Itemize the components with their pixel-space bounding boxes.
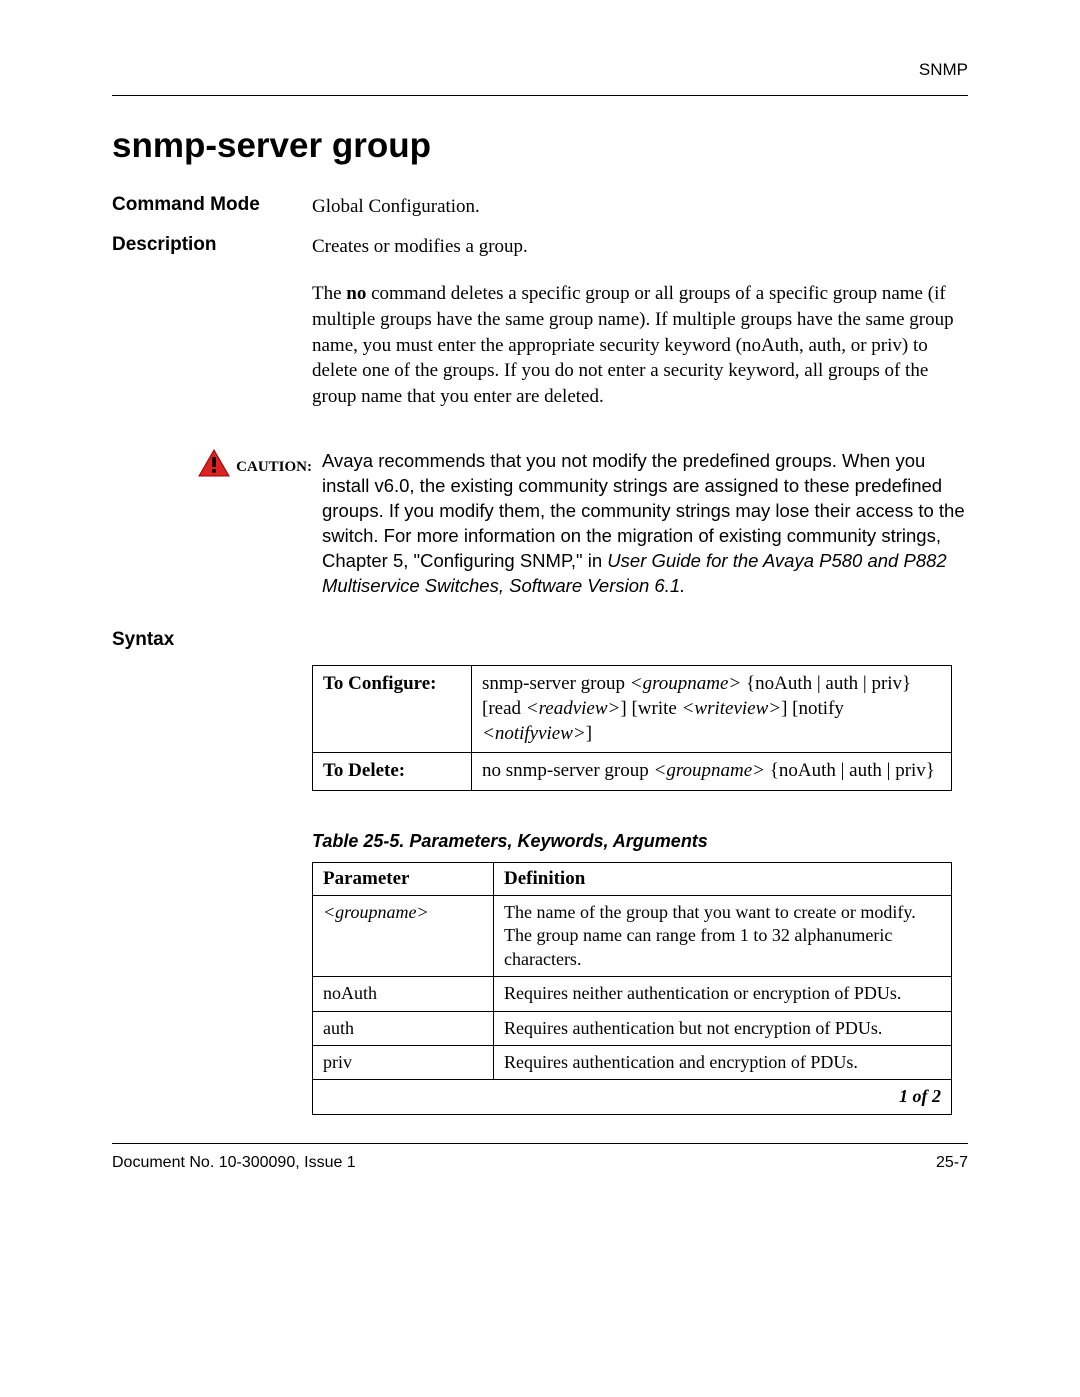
caution-label: CAUTION: (236, 449, 312, 476)
cfg-groupname: <groupname> (630, 673, 742, 694)
description-label: Description (112, 234, 312, 410)
param-cell: <groupname> (313, 896, 494, 977)
table-row: privRequires authentication and encrypti… (313, 1046, 952, 1080)
definition-cell: Requires authentication but not encrypti… (494, 1011, 952, 1045)
definition-cell: The name of the group that you want to c… (494, 896, 952, 977)
syntax-table: To Configure: snmp-server group <groupna… (312, 665, 952, 791)
caution-block: CAUTION: Avaya recommends that you not m… (112, 449, 968, 599)
description-short: Creates or modifies a group. (312, 236, 528, 257)
header-section: SNMP (112, 60, 968, 80)
description-paragraph: The no command deletes a specific group … (312, 281, 968, 409)
desc-bold-no: no (346, 283, 366, 304)
del-prefix: no snmp-server group (482, 760, 654, 781)
syntax-label: Syntax (112, 629, 312, 651)
param-cell: auth (313, 1011, 494, 1045)
command-mode-label: Command Mode (112, 194, 312, 220)
table-row: authRequires authentication but not encr… (313, 1011, 952, 1045)
cfg-notifyview: <notifyview> (482, 723, 586, 744)
definition-cell: Requires neither authentication or encry… (494, 977, 952, 1011)
table-caption: Table 25-5. Parameters, Keywords, Argume… (312, 831, 968, 852)
command-mode-value: Global Configuration. (312, 194, 968, 220)
definition-cell: Requires authentication and encryption o… (494, 1046, 952, 1080)
cfg-r2: ] [write (620, 698, 681, 719)
syntax-row: Syntax (112, 629, 968, 651)
caution-icon (198, 449, 230, 477)
to-delete-label: To Delete: (313, 753, 472, 791)
top-rule (112, 95, 968, 96)
del-rest: {noAuth | auth | priv} (765, 760, 935, 781)
param-header: Parameter (313, 863, 494, 896)
param-cell: priv (313, 1046, 494, 1080)
description-row: Description Creates or modifies a group.… (112, 234, 968, 410)
param-header-row: Parameter Definition (313, 863, 952, 896)
cfg-r4: ] (586, 723, 592, 744)
page-title: snmp-server group (112, 126, 968, 166)
page: SNMP snmp-server group Command Mode Glob… (0, 0, 1080, 1397)
param-cell: noAuth (313, 977, 494, 1011)
parameters-table: Parameter Definition <groupname>The name… (312, 862, 952, 1115)
desc-rest: command deletes a specific group or all … (312, 283, 954, 407)
cfg-r3: ] [notify (781, 698, 844, 719)
footer: Document No. 10-300090, Issue 1 25-7 (112, 1154, 968, 1172)
to-configure-label: To Configure: (313, 666, 472, 753)
to-configure-value: snmp-server group <groupname> {noAuth | … (472, 666, 952, 753)
table-row: noAuthRequires neither authentication or… (313, 977, 952, 1011)
to-delete-value: no snmp-server group <groupname> {noAuth… (472, 753, 952, 791)
syntax-configure-row: To Configure: snmp-server group <groupna… (313, 666, 952, 753)
syntax-delete-row: To Delete: no snmp-server group <groupna… (313, 753, 952, 791)
caution-left: CAUTION: (112, 449, 312, 477)
footer-doc: Document No. 10-300090, Issue 1 (112, 1154, 356, 1172)
description-value: Creates or modifies a group. The no comm… (312, 234, 968, 410)
table-row: <groupname>The name of the group that yo… (313, 896, 952, 977)
bottom-rule (112, 1143, 968, 1144)
cfg-prefix: snmp-server group (482, 673, 630, 694)
definition-header: Definition (494, 863, 952, 896)
cfg-writeview: <writeview> (682, 698, 782, 719)
table-pager: 1 of 2 (313, 1080, 952, 1114)
table-pager-row: 1 of 2 (313, 1080, 952, 1114)
command-mode-row: Command Mode Global Configuration. (112, 194, 968, 220)
footer-page: 25-7 (936, 1154, 968, 1172)
syntax-empty (312, 629, 968, 651)
cfg-readview: <readview> (526, 698, 621, 719)
del-groupname: <groupname> (654, 760, 766, 781)
desc-prefix: The (312, 283, 346, 304)
caution-body: Avaya recommends that you not modify the… (312, 449, 968, 599)
